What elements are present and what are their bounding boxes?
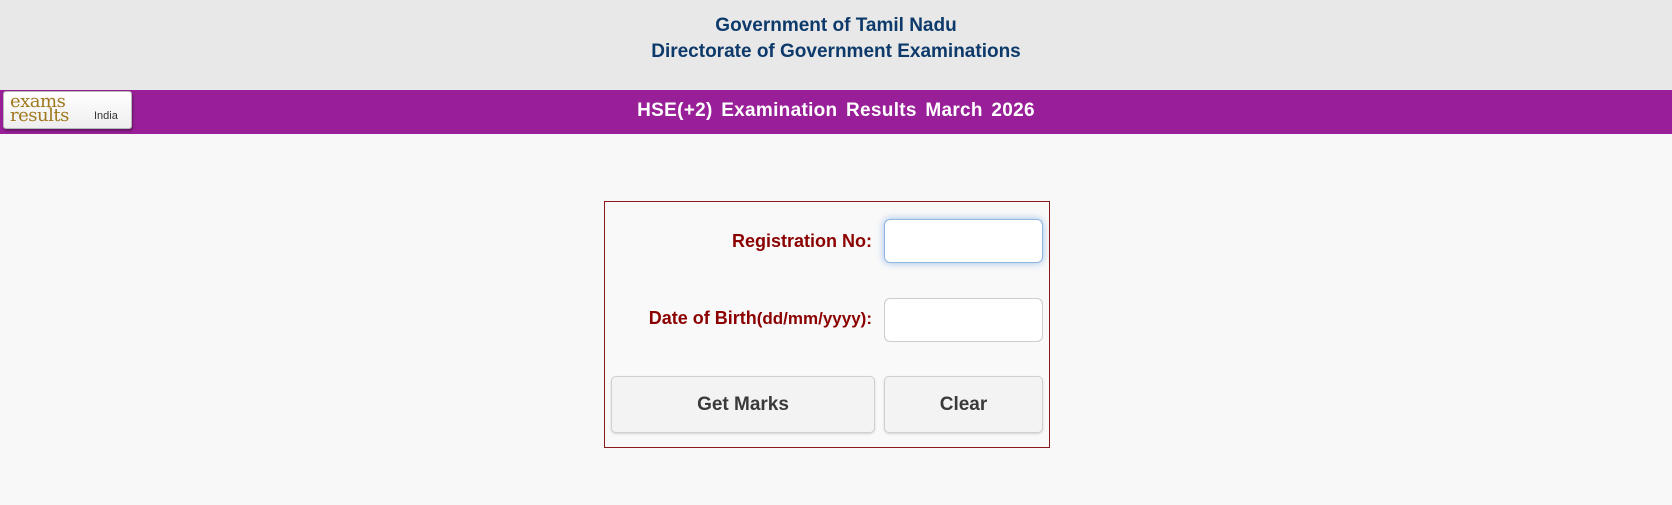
results-banner: HSE(+2) Examination Results March 2026 bbox=[0, 90, 1672, 134]
directorate-title: Directorate of Government Examinations bbox=[651, 41, 1021, 62]
dob-label-text: Date of Birth bbox=[648, 308, 757, 328]
exams-results-india-logo[interactable]: exams results India bbox=[3, 91, 132, 129]
site-header: Government of Tamil Nadu Directorate of … bbox=[0, 0, 1672, 90]
registration-input[interactable] bbox=[884, 219, 1043, 263]
get-marks-button[interactable]: Get Marks bbox=[611, 376, 875, 433]
logo-word-results: results bbox=[10, 105, 69, 126]
clear-button[interactable]: Clear bbox=[884, 376, 1043, 433]
government-title: Government of Tamil Nadu bbox=[715, 15, 957, 36]
results-form: Registration No: Date of Birth(dd/mm/yyy… bbox=[604, 201, 1050, 448]
registration-label: Registration No: bbox=[731, 231, 872, 251]
dob-label: Date of Birth(dd/mm/yyyy): bbox=[649, 308, 872, 329]
logo-word-india: India bbox=[94, 110, 118, 122]
banner-title: HSE(+2) Examination Results March 2026 bbox=[637, 100, 1035, 121]
dob-format-hint: (dd/mm/yyyy): bbox=[756, 309, 872, 328]
dob-input[interactable] bbox=[884, 298, 1043, 342]
